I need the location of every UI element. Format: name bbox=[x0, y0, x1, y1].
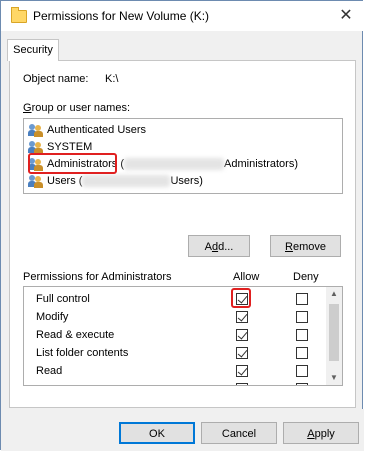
deny-checkbox[interactable] bbox=[296, 365, 308, 377]
permission-row-list-folder-contents: List folder contents bbox=[24, 345, 324, 363]
allow-header: Allow bbox=[233, 271, 260, 283]
list-item-authenticated-users[interactable]: Authenticated Users bbox=[28, 122, 146, 138]
checkbox-highlight-box bbox=[231, 288, 251, 308]
permission-name: Read bbox=[36, 365, 63, 377]
check-icon bbox=[237, 347, 248, 358]
object-name-label: Object name: bbox=[23, 73, 89, 85]
window-title: Permissions for New Volume (K:) bbox=[33, 9, 210, 23]
redacted-text bbox=[124, 158, 225, 171]
scroll-thumb[interactable] bbox=[329, 304, 339, 361]
permission-row-partial bbox=[24, 381, 324, 385]
deny-checkbox[interactable] bbox=[296, 293, 308, 305]
permission-name: Read & execute bbox=[36, 329, 115, 341]
deny-checkbox[interactable] bbox=[296, 347, 308, 359]
allow-checkbox[interactable] bbox=[236, 311, 248, 323]
allow-checkbox[interactable] bbox=[236, 365, 248, 377]
permissions-list: Full control Modify Read & execute List … bbox=[23, 286, 343, 386]
permission-name: List folder contents bbox=[36, 347, 129, 359]
users-group-icon bbox=[28, 140, 44, 155]
add-button[interactable]: Add... bbox=[188, 235, 250, 257]
object-name-value: K:\ bbox=[105, 73, 119, 85]
redacted-text bbox=[82, 175, 171, 188]
list-item-label: Users bbox=[47, 175, 76, 187]
deny-checkbox[interactable] bbox=[296, 383, 308, 385]
deny-checkbox[interactable] bbox=[296, 311, 308, 323]
check-icon bbox=[237, 329, 248, 340]
scroll-down-icon[interactable]: ▼ bbox=[326, 371, 342, 385]
allow-checkbox[interactable] bbox=[236, 347, 248, 359]
deny-header: Deny bbox=[293, 271, 319, 283]
group-names-label: Group or user names: bbox=[23, 102, 130, 114]
title-bar: Permissions for New Volume (K:) ✕ bbox=[1, 1, 364, 31]
permission-row-read: Read bbox=[24, 363, 324, 381]
allow-checkbox[interactable] bbox=[236, 383, 248, 385]
scroll-up-icon[interactable]: ▲ bbox=[326, 287, 342, 301]
permissions-title: Permissions for Administrators bbox=[23, 271, 172, 283]
check-icon bbox=[237, 365, 248, 376]
permission-row-full-control: Full control bbox=[24, 291, 324, 309]
permission-row-modify: Modify bbox=[24, 309, 324, 327]
folder-icon bbox=[11, 7, 27, 23]
list-item-label: Authenticated Users bbox=[47, 124, 147, 136]
dialog-footer: OK Cancel Apply bbox=[1, 409, 364, 451]
users-group-icon bbox=[28, 123, 44, 138]
list-item-users[interactable]: Users (Users) bbox=[28, 173, 203, 189]
list-item-suffix: Users) bbox=[170, 175, 203, 187]
permissions-scrollbar[interactable]: ▲ ▼ bbox=[326, 287, 342, 385]
close-button[interactable]: ✕ bbox=[334, 5, 358, 27]
cancel-button[interactable]: Cancel bbox=[201, 422, 277, 444]
remove-button[interactable]: Remove bbox=[270, 235, 341, 257]
close-icon: ✕ bbox=[339, 7, 353, 24]
permission-name: Full control bbox=[36, 293, 90, 305]
tab-security[interactable]: Security bbox=[7, 39, 59, 61]
apply-button[interactable]: Apply bbox=[283, 422, 359, 444]
deny-checkbox[interactable] bbox=[296, 329, 308, 341]
check-icon bbox=[237, 311, 248, 322]
ok-button[interactable]: OK bbox=[119, 422, 195, 444]
selection-highlight-box bbox=[28, 153, 117, 174]
permission-row-read-execute: Read & execute bbox=[24, 327, 324, 345]
users-group-icon bbox=[28, 174, 44, 189]
permissions-dialog: Permissions for New Volume (K:) ✕ Securi… bbox=[0, 0, 364, 451]
list-item-suffix: Administrators) bbox=[224, 158, 298, 170]
list-item-label: SYSTEM bbox=[47, 141, 93, 153]
permission-name: Modify bbox=[36, 311, 69, 323]
allow-checkbox[interactable] bbox=[236, 329, 248, 341]
